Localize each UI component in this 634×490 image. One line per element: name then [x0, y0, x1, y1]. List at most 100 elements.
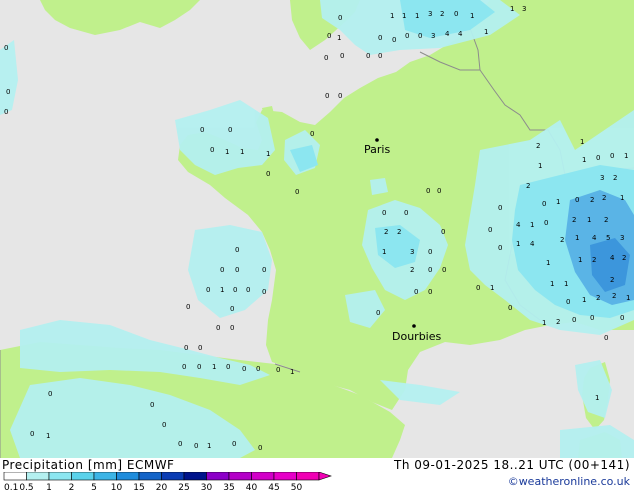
scale-tick-label: 2 — [69, 483, 75, 490]
svg-text:1: 1 — [240, 148, 244, 156]
svg-text:0: 0 — [216, 324, 220, 332]
svg-text:0: 0 — [488, 226, 492, 234]
svg-text:0: 0 — [454, 10, 458, 18]
svg-text:0: 0 — [340, 52, 344, 60]
scale-tick-label: 35 — [223, 483, 234, 490]
svg-text:1: 1 — [470, 12, 474, 20]
svg-text:0: 0 — [418, 32, 422, 40]
scale-cells — [3, 472, 332, 481]
svg-text:4: 4 — [516, 221, 521, 229]
scale-cell — [138, 472, 162, 481]
map-title: Precipitation [mm] ECMWF — [2, 458, 175, 472]
svg-text:2: 2 — [590, 196, 594, 204]
svg-text:0: 0 — [150, 401, 154, 409]
svg-text:0: 0 — [404, 209, 408, 217]
credit-link[interactable]: ©weatheronline.co.uk — [508, 475, 630, 488]
svg-text:0: 0 — [4, 44, 8, 52]
svg-text:2: 2 — [604, 216, 608, 224]
scale-cell — [296, 472, 320, 481]
svg-text:3: 3 — [522, 5, 526, 13]
scale-tick-label: 1 — [46, 483, 52, 490]
svg-text:0: 0 — [262, 266, 266, 274]
svg-text:0: 0 — [246, 286, 250, 294]
svg-text:2: 2 — [592, 256, 596, 264]
svg-text:0: 0 — [405, 32, 409, 40]
svg-text:0: 0 — [378, 52, 382, 60]
svg-text:1: 1 — [220, 286, 224, 294]
svg-text:2: 2 — [596, 294, 600, 302]
svg-text:0: 0 — [590, 314, 594, 322]
svg-text:0: 0 — [235, 246, 239, 254]
svg-text:0: 0 — [226, 363, 230, 371]
city-marker — [412, 324, 416, 328]
svg-text:0: 0 — [233, 286, 237, 294]
svg-text:0: 0 — [428, 248, 432, 256]
svg-text:1: 1 — [402, 12, 406, 20]
svg-text:3: 3 — [600, 174, 604, 182]
scale-tick-label: 20 — [156, 483, 168, 490]
svg-text:0: 0 — [230, 324, 234, 332]
svg-text:0: 0 — [325, 92, 329, 100]
svg-text:4: 4 — [592, 234, 597, 242]
valid-time: Th 09-01-2025 18..21 UTC (00+141) — [394, 458, 630, 472]
scale-arrow — [318, 472, 332, 481]
svg-text:1: 1 — [510, 5, 514, 13]
scale-cell — [3, 472, 27, 481]
scale-tick-label: 50 — [291, 483, 303, 490]
svg-text:2: 2 — [602, 194, 606, 202]
svg-text:1: 1 — [624, 152, 628, 160]
svg-text:0: 0 — [566, 298, 570, 306]
svg-text:1: 1 — [290, 368, 294, 376]
svg-text:0: 0 — [596, 154, 600, 162]
svg-text:1: 1 — [415, 12, 419, 20]
svg-text:0: 0 — [378, 34, 382, 42]
svg-text:1: 1 — [578, 256, 582, 264]
svg-text:0: 0 — [437, 187, 441, 195]
svg-text:3: 3 — [410, 248, 414, 256]
scale-cell — [161, 472, 185, 481]
svg-text:0: 0 — [366, 52, 370, 60]
svg-text:4: 4 — [445, 30, 450, 38]
svg-text:0: 0 — [206, 286, 210, 294]
svg-text:0: 0 — [276, 366, 280, 374]
svg-text:0: 0 — [327, 32, 331, 40]
svg-text:0: 0 — [428, 288, 432, 296]
city-marker — [375, 138, 379, 142]
svg-text:4: 4 — [610, 254, 615, 262]
scale-tick-label: 5 — [91, 483, 97, 490]
svg-text:0: 0 — [230, 305, 234, 313]
svg-text:0: 0 — [376, 309, 380, 317]
svg-text:0: 0 — [544, 219, 548, 227]
svg-text:0: 0 — [262, 288, 266, 296]
svg-text:1: 1 — [207, 442, 211, 450]
scale-tick-label: 0.5 — [19, 483, 33, 490]
svg-text:0: 0 — [310, 130, 314, 138]
scale-cell — [251, 472, 275, 481]
svg-text:1: 1 — [580, 138, 584, 146]
svg-text:1: 1 — [46, 432, 50, 440]
svg-text:1: 1 — [490, 284, 494, 292]
svg-text:1: 1 — [382, 248, 386, 256]
scale-tick-label: 30 — [201, 483, 213, 490]
svg-text:2: 2 — [556, 318, 560, 326]
svg-text:1: 1 — [538, 162, 542, 170]
svg-text:0: 0 — [198, 344, 202, 352]
svg-text:0: 0 — [414, 288, 418, 296]
svg-text:1: 1 — [225, 148, 229, 156]
scale-cell — [183, 472, 207, 481]
svg-text:1: 1 — [546, 259, 550, 267]
svg-text:0: 0 — [178, 440, 182, 448]
scale-tick-label: 10 — [111, 483, 123, 490]
svg-text:0: 0 — [194, 442, 198, 450]
map-canvas: 111 320 11 3 003 441 00 1 0 00 000 0 00 0 00 … — [0, 0, 634, 458]
svg-text:2: 2 — [397, 228, 401, 236]
scale-cell — [228, 472, 252, 481]
svg-text:0: 0 — [186, 303, 190, 311]
scale-tick-label: 0.1 — [4, 483, 18, 490]
svg-text:0: 0 — [182, 363, 186, 371]
color-scale: 0.1 0.5 1 2 5 10 15 20 25 30 35 40 45 50 — [3, 472, 332, 490]
scale-labels: 0.1 0.5 1 2 5 10 15 20 25 30 35 40 45 50 — [4, 483, 302, 490]
scale-cell — [71, 472, 95, 481]
svg-text:0: 0 — [426, 187, 430, 195]
svg-text:0: 0 — [184, 344, 188, 352]
